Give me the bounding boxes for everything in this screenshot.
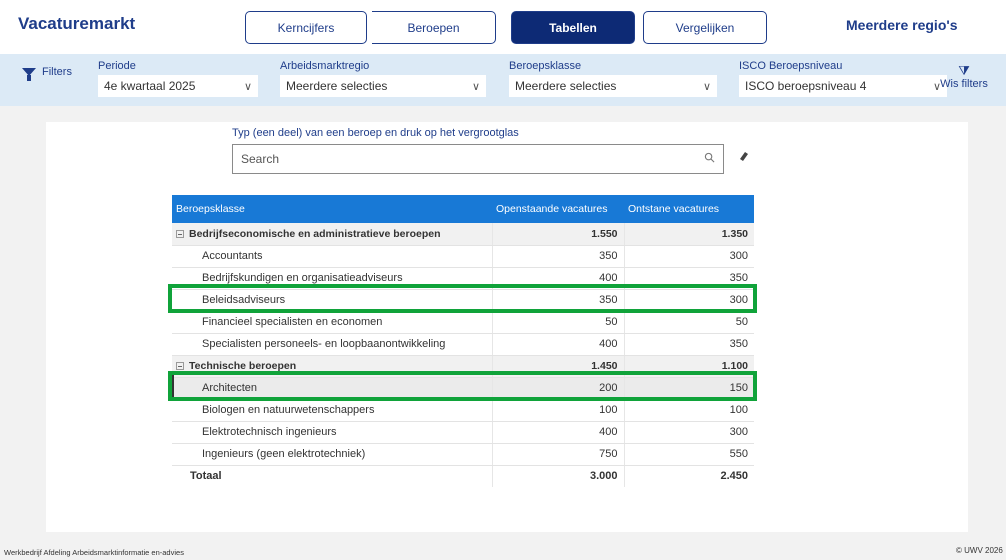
table-row[interactable]: Ingenieurs (geen elektrotechniek) 750 55…: [172, 443, 754, 466]
table-row-group[interactable]: Bedrijfseconomische en administratieve b…: [172, 223, 754, 246]
footer-source: Werkbedrijf Afdeling Arbeidsmarktinforma…: [4, 548, 184, 557]
cell-ontstane: 300: [623, 421, 754, 444]
app-brand[interactable]: Vacaturemarkt: [18, 14, 135, 34]
cell-ontstane: 100: [623, 399, 754, 422]
cell-ontstane: 300: [623, 245, 754, 268]
cell-openstaande: 50: [491, 311, 624, 334]
table-row-total: Totaal 3.000 2.450: [172, 465, 754, 487]
cell-openstaande: 350: [491, 245, 624, 268]
table-header-row: Beroepsklasse Openstaande vacatures Onts…: [172, 195, 754, 223]
table-row[interactable]: Accountants 350 300: [172, 245, 754, 268]
arbeidsmarktregio-select[interactable]: Meerdere selecties ∨: [280, 75, 486, 97]
collapse-icon[interactable]: [176, 229, 184, 238]
beroepsklasse-select[interactable]: Meerdere selecties ∨: [509, 75, 717, 97]
table-row[interactable]: Elektrotechnisch ingenieurs 400 300: [172, 421, 754, 444]
row-label: Elektrotechnisch ingenieurs: [172, 421, 492, 444]
row-label: Ingenieurs (geen elektrotechniek): [172, 443, 492, 466]
search-placeholder: Search: [241, 152, 280, 166]
row-label: Biologen en natuurwetenschappers: [172, 399, 492, 422]
top-navigation-bar: Vacaturemarkt Kerncijfers Beroepen Tabel…: [0, 0, 1006, 54]
chevron-down-icon: ∨: [243, 80, 252, 93]
filter-label: Periode: [98, 60, 136, 72]
select-value: 4e kwartaal 2025: [104, 79, 196, 93]
filter-label: Arbeidsmarktregio: [280, 60, 370, 72]
select-value: Meerdere selecties: [286, 79, 388, 93]
funnel-icon: [22, 68, 36, 81]
tab-kerncijfers[interactable]: Kerncijfers: [245, 11, 367, 44]
chevron-down-icon: ∨: [471, 80, 480, 93]
search-input[interactable]: Search: [232, 144, 724, 174]
clear-filter-icon: ⧩: [958, 63, 970, 78]
filters-button-label: Filters: [42, 66, 72, 78]
table-panel: Typ (een deel) van een beroep en druk op…: [46, 122, 968, 532]
cell-ontstane: 2.450: [623, 465, 754, 487]
periode-select[interactable]: 4e kwartaal 2025 ∨: [98, 75, 258, 97]
cell-openstaande: 100: [491, 399, 624, 422]
filter-periode: Periode 4e kwartaal 2025 ∨: [98, 60, 258, 97]
cell-ontstane: 50: [623, 311, 754, 334]
vacancies-table: Beroepsklasse Openstaande vacatures Onts…: [172, 195, 754, 487]
row-label: Totaal: [190, 470, 222, 483]
filter-beroepsklasse: Beroepsklasse Meerdere selecties ∨: [509, 60, 717, 97]
filter-arbeidsmarktregio: Arbeidsmarktregio Meerdere selecties ∨: [280, 60, 486, 97]
footer-copyright: © UWV 2026: [956, 546, 1003, 555]
isco-beroepsniveau-select[interactable]: ISCO beroepsniveau 4 ∨: [739, 75, 947, 97]
chevron-down-icon: ∨: [702, 80, 711, 93]
table-row[interactable]: Biologen en natuurwetenschappers 100 100: [172, 399, 754, 422]
highlight-box-architecten: [168, 371, 757, 401]
cell-ontstane: 1.350: [623, 223, 754, 246]
row-label: Specialisten personeels- en loopbaanontw…: [172, 333, 492, 356]
row-label: Bedrijfseconomische en administratieve b…: [189, 227, 441, 240]
cell-ontstane: 550: [623, 443, 754, 466]
highlight-box-beleidsadviseurs: [168, 284, 757, 313]
cell-openstaande: 750: [491, 443, 624, 466]
column-header-beroepsklasse[interactable]: Beroepsklasse: [172, 195, 492, 223]
row-label: Financieel specialisten en economen: [172, 311, 492, 334]
filter-bar: Filters Periode 4e kwartaal 2025 ∨ Arbei…: [0, 54, 1006, 106]
cell-ontstane: 350: [623, 333, 754, 356]
row-label: Accountants: [172, 245, 492, 268]
filter-label: ISCO Beroepsniveau: [739, 60, 843, 72]
cell-openstaande: 400: [491, 421, 624, 444]
tab-tabellen[interactable]: Tabellen: [511, 11, 635, 44]
filters-button[interactable]: Filters: [22, 66, 72, 81]
table-row[interactable]: Specialisten personeels- en loopbaanontw…: [172, 333, 754, 356]
cell-openstaande: 1.550: [491, 223, 624, 246]
column-header-openstaande[interactable]: Openstaande vacatures: [492, 195, 624, 223]
search-hint: Typ (een deel) van een beroep en druk op…: [232, 127, 519, 139]
cell-openstaande: 400: [491, 333, 624, 356]
region-selection-link[interactable]: Meerdere regio's: [846, 17, 958, 33]
select-value: Meerdere selecties: [515, 79, 617, 93]
cell-openstaande: 3.000: [491, 465, 624, 487]
row-selection-marker: [172, 375, 174, 397]
collapse-icon[interactable]: [176, 362, 184, 370]
select-value: ISCO beroepsniveau 4: [745, 79, 867, 93]
tab-vergelijken[interactable]: Vergelijken: [643, 11, 767, 44]
filter-label: Beroepsklasse: [509, 60, 582, 72]
filter-isco-beroepsniveau: ISCO Beroepsniveau ISCO beroepsniveau 4 …: [739, 60, 947, 97]
eraser-icon[interactable]: [738, 150, 750, 165]
clear-filters-label: Wis filters: [940, 78, 988, 90]
tab-beroepen[interactable]: Beroepen: [372, 11, 496, 44]
table-row[interactable]: Financieel specialisten en economen 50 5…: [172, 311, 754, 334]
search-icon[interactable]: [704, 152, 715, 166]
clear-filters-button[interactable]: ⧩ Wis filters: [922, 63, 1006, 91]
column-header-ontstane[interactable]: Ontstane vacatures: [624, 195, 754, 223]
